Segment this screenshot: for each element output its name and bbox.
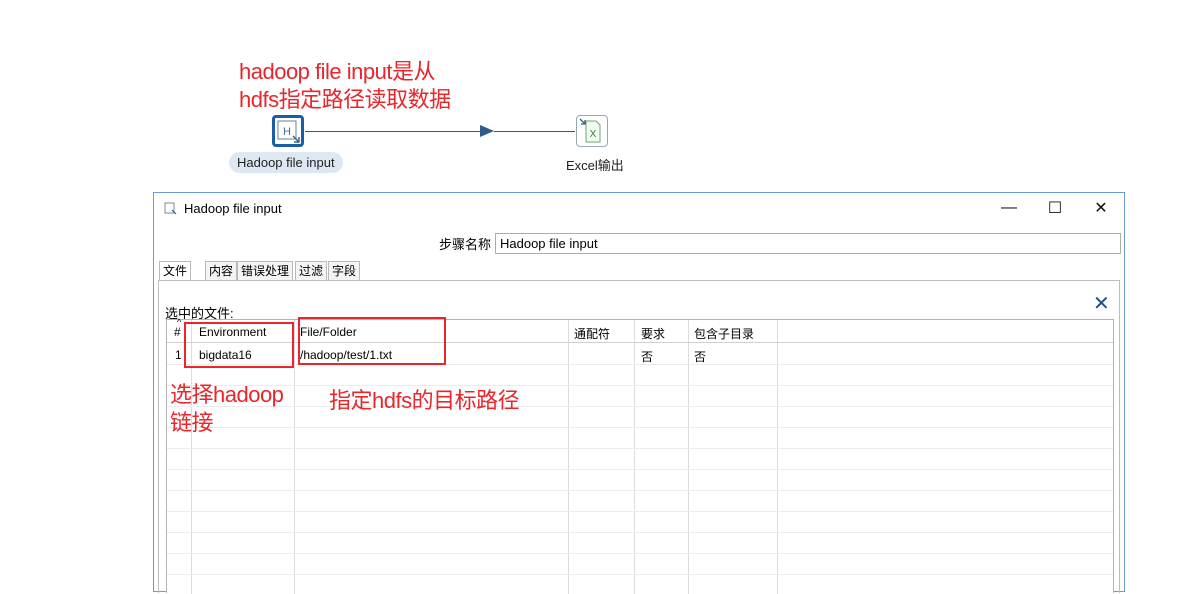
maximize-icon: ☐	[1047, 200, 1063, 217]
highlight-file-folder-box	[298, 317, 446, 365]
excel-output-step-label[interactable]: Excel输出	[566, 155, 624, 174]
tab-filter[interactable]: 过滤	[295, 261, 328, 280]
hadoop-file-input-icon: H	[277, 120, 300, 143]
dialog-titlebar[interactable]: Hadoop file input — ☐ ✕	[154, 193, 1124, 223]
tab-error-handling[interactable]: 错误处理	[237, 261, 294, 280]
maximize-button[interactable]: ☐	[1032, 193, 1078, 223]
step-name-label: 步骤名称	[439, 237, 492, 252]
minimize-icon: —	[1001, 199, 1017, 216]
highlight-environment-box	[184, 322, 294, 368]
delete-row-icon[interactable]: ✕	[1093, 291, 1110, 316]
hop-line[interactable]	[305, 131, 485, 132]
tab-file[interactable]: 文件	[159, 261, 192, 280]
annotation-env-line2: 链接	[170, 410, 214, 435]
tab-content[interactable]: 内容	[205, 261, 238, 280]
column-header-wildcard[interactable]: 通配符	[574, 325, 610, 342]
dialog-title: Hadoop file input	[184, 201, 282, 216]
column-header-include-subfolders[interactable]: 包含子目录	[694, 325, 754, 342]
hop-line-tail	[494, 131, 575, 132]
hadoop-file-input-step-label[interactable]: Hadoop file input	[229, 152, 343, 173]
excel-output-icon: X	[579, 118, 601, 143]
hop-arrow-icon	[480, 125, 494, 137]
annotation-path-note: 指定hdfs的目标路径	[329, 388, 520, 413]
row-1-number: 1	[175, 348, 182, 362]
column-header-number[interactable]: #	[174, 325, 181, 339]
column-header-required[interactable]: 要求	[641, 325, 665, 342]
annotation-env-line1: 选择hadoop	[170, 382, 284, 407]
excel-output-step[interactable]: X	[576, 115, 608, 147]
step-name-input[interactable]: Hadoop file input	[495, 233, 1121, 254]
close-button[interactable]: ✕	[1078, 193, 1124, 223]
svg-text:X: X	[590, 129, 597, 140]
close-icon: ✕	[1094, 200, 1108, 217]
svg-text:H: H	[283, 126, 291, 138]
row-1-include-subfolders[interactable]: 否	[694, 348, 706, 365]
hadoop-file-input-dialog: Hadoop file input — ☐ ✕ 步骤名称 Hadoop file…	[153, 192, 1125, 594]
annotation-top-line2: hdfs指定路径读取数据	[239, 87, 451, 112]
tab-fields[interactable]: 字段	[328, 261, 361, 280]
minimize-button[interactable]: —	[986, 193, 1032, 223]
dialog-app-icon	[164, 202, 177, 215]
hadoop-file-input-step[interactable]: H	[272, 115, 304, 147]
row-1-required[interactable]: 否	[641, 348, 653, 365]
annotation-top-line1: hadoop file input是从	[239, 59, 435, 84]
